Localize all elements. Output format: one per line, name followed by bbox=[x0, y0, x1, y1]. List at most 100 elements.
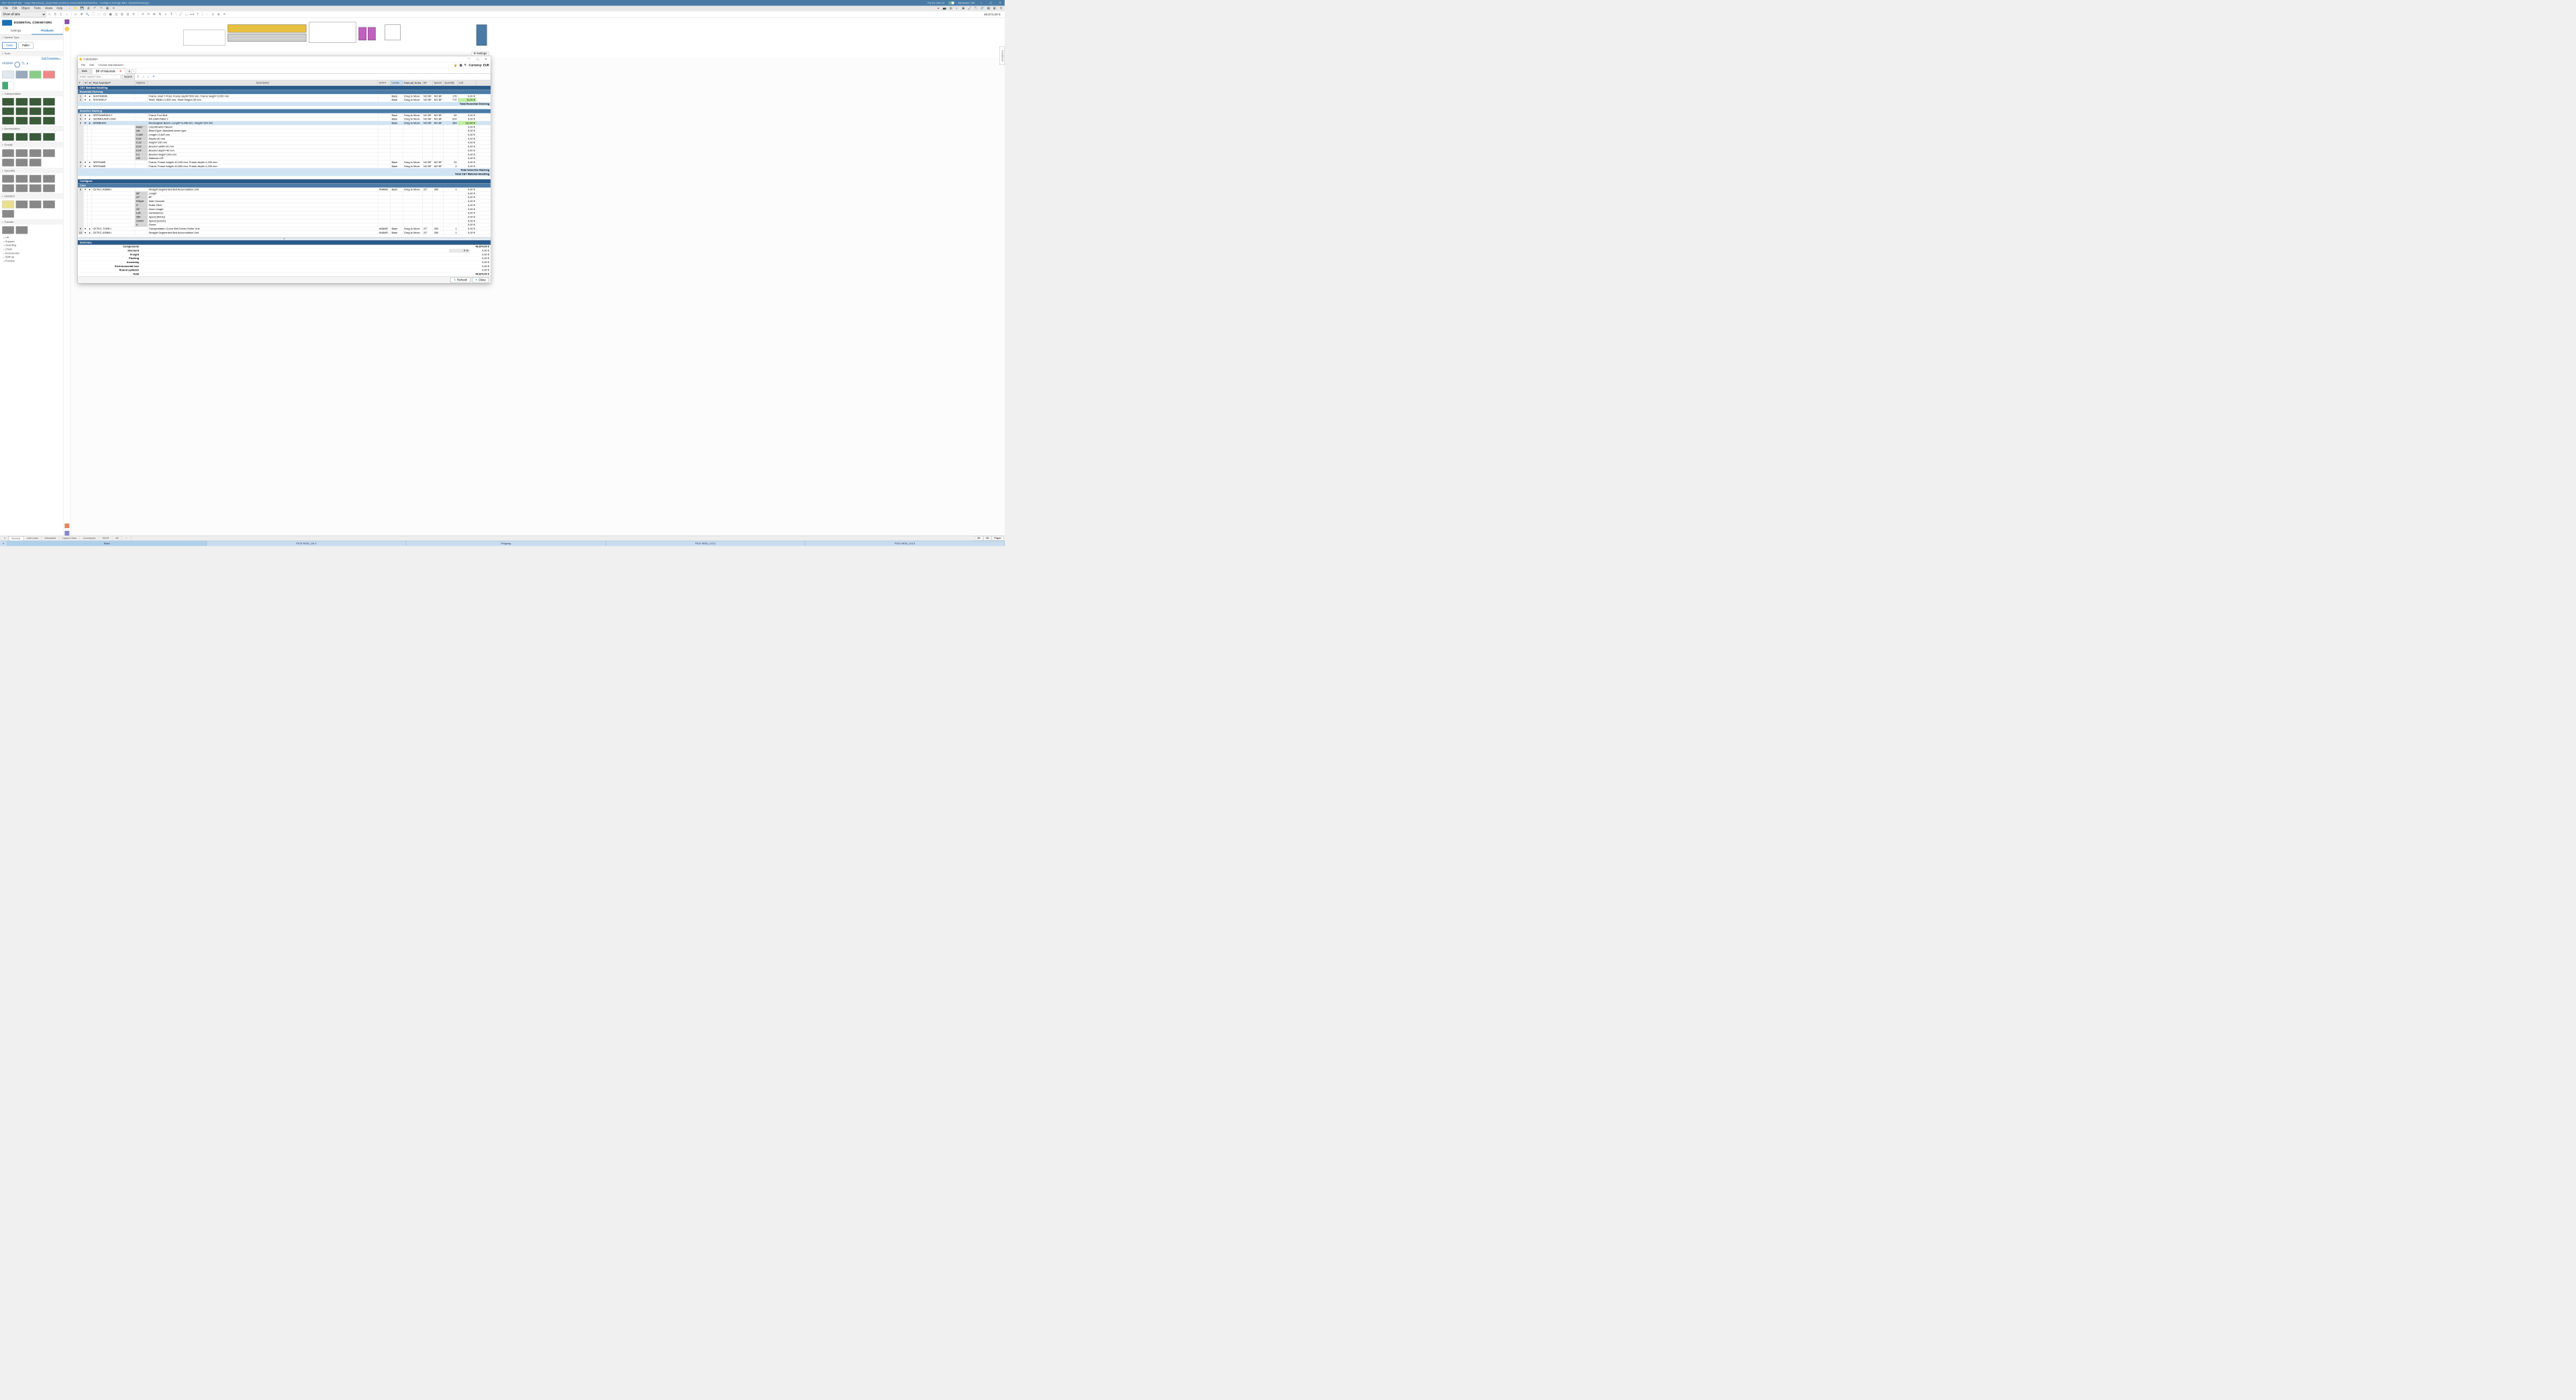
grid-cell[interactable]: 350 bbox=[433, 227, 444, 230]
dim-icon[interactable]: ⟷ bbox=[190, 12, 195, 17]
grid-cell[interactable] bbox=[433, 219, 444, 222]
grid-cell[interactable] bbox=[444, 207, 458, 211]
calc-close-icon[interactable]: ✕ bbox=[483, 57, 489, 60]
grid-cell[interactable]: NO BF bbox=[422, 121, 433, 125]
grid-cell[interactable]: BeamType=Standard beam type bbox=[148, 129, 378, 132]
grid-cell[interactable]: 1 bbox=[444, 227, 458, 230]
search-input[interactable] bbox=[79, 74, 120, 79]
el-tool-icon[interactable]: EL.▲ bbox=[21, 62, 29, 68]
grid-cell[interactable]: 0,00 € bbox=[458, 231, 477, 234]
snap2-icon[interactable]: ⊙ bbox=[211, 12, 215, 17]
grid-cell[interactable] bbox=[391, 152, 403, 156]
grid-cell[interactable]: Roller Pitch bbox=[148, 203, 378, 207]
grid-cell[interactable] bbox=[403, 152, 423, 156]
grid-cell[interactable]: 350 bbox=[433, 231, 444, 234]
grid-cell[interactable]: Drag to Move bbox=[403, 98, 423, 101]
grid-cell[interactable] bbox=[92, 149, 135, 152]
grid-cell[interactable]: SHVSHELF bbox=[92, 98, 135, 101]
conveyor-chip[interactable] bbox=[2, 175, 14, 183]
grid-cell[interactable]: Handedness bbox=[148, 211, 378, 215]
conveyor-chip[interactable] bbox=[15, 226, 28, 234]
grid-cell[interactable] bbox=[422, 219, 433, 222]
grid-cell[interactable]: 11,00 € bbox=[458, 98, 477, 101]
rotate-right-icon[interactable]: ↻ bbox=[146, 12, 151, 17]
record-icon[interactable]: ● bbox=[936, 6, 940, 10]
grid-cell[interactable]: Drag to Move bbox=[403, 94, 423, 97]
view-2d-button[interactable]: 2D bbox=[975, 536, 983, 541]
views-menu-icon[interactable]: ≡ bbox=[1, 536, 9, 540]
grid-cell[interactable] bbox=[444, 137, 458, 140]
grid-cell[interactable] bbox=[403, 141, 423, 144]
grid-cell[interactable] bbox=[378, 121, 391, 125]
grid-cell[interactable] bbox=[403, 195, 423, 199]
pallet-button[interactable]: Pallet bbox=[18, 42, 33, 49]
conveyor-chip[interactable] bbox=[15, 149, 28, 157]
level-lvl3[interactable]: PICK MOD_LVL3 bbox=[805, 541, 1005, 546]
grid-cell[interactable] bbox=[78, 195, 84, 199]
close-button[interactable]: ✕ Close bbox=[472, 277, 489, 283]
grid-cell[interactable] bbox=[403, 156, 423, 160]
grid-cell[interactable] bbox=[422, 137, 433, 140]
select-rect-icon[interactable]: ◻ bbox=[102, 12, 107, 17]
filter-icon[interactable]: ⚲ bbox=[136, 74, 140, 79]
grid-cell[interactable] bbox=[135, 164, 148, 168]
grid-cell[interactable] bbox=[422, 199, 433, 203]
grid-cell[interactable]: 4 bbox=[444, 164, 458, 168]
grid-cell[interactable] bbox=[433, 141, 444, 144]
grid-cell[interactable]: 0,00 € bbox=[458, 145, 477, 148]
next-result-icon[interactable]: ▹ bbox=[146, 74, 150, 79]
grid-cell[interactable] bbox=[391, 215, 403, 219]
grid-cell[interactable]: SRFRAME bbox=[92, 164, 135, 168]
grid-cell[interactable]: 0,00 € bbox=[458, 188, 477, 191]
mirror-h-icon[interactable]: ⇋ bbox=[152, 12, 156, 17]
conveyor-chip[interactable] bbox=[15, 158, 28, 166]
grid-cell[interactable]: Bracket height=200 mm bbox=[148, 152, 378, 156]
calc-minimize-icon[interactable]: — bbox=[466, 57, 473, 60]
center-icon[interactable]: ✛ bbox=[131, 12, 136, 17]
grid-cell[interactable]: 0,00 € bbox=[458, 149, 477, 152]
grid-cell[interactable] bbox=[135, 98, 148, 101]
grid-cell[interactable] bbox=[433, 152, 444, 156]
camera-icon[interactable]: 📷 bbox=[942, 6, 946, 10]
delete-icon[interactable]: ✕ bbox=[222, 12, 227, 17]
grid-cell[interactable] bbox=[433, 203, 444, 207]
grid-cell[interactable]: Length=3,448 mm bbox=[148, 133, 378, 136]
grid-cell[interactable] bbox=[444, 152, 458, 156]
grid-cell[interactable]: NO BF bbox=[433, 94, 444, 97]
align-icon[interactable]: ≡ bbox=[163, 12, 168, 17]
grid-cell[interactable] bbox=[422, 156, 433, 160]
grid-cell[interactable]: RStyle bbox=[135, 199, 148, 203]
tab-products[interactable]: Products bbox=[32, 28, 63, 34]
grid-cell[interactable] bbox=[378, 98, 391, 101]
grid-cell[interactable]: Rectangular Beam, Length=3,448 mm, Heigh… bbox=[148, 121, 378, 125]
lock-icon[interactable]: 🔒 bbox=[454, 63, 457, 66]
grid-cell[interactable]: 9 bbox=[78, 227, 84, 230]
grid-cell[interactable] bbox=[378, 203, 391, 207]
grid-cell[interactable]: 0,00 € bbox=[458, 94, 477, 97]
grid-cell[interactable]: 0.03 bbox=[135, 145, 148, 148]
grid-cell[interactable] bbox=[444, 195, 458, 199]
section-transportation[interactable]: Transportation bbox=[0, 91, 63, 96]
conveyor-chip[interactable] bbox=[2, 201, 14, 209]
col-qty[interactable]: Quantity bbox=[444, 80, 458, 85]
refresh-button[interactable]: ↻ Refresh bbox=[451, 277, 470, 283]
grid-cell[interactable] bbox=[92, 129, 135, 132]
grid-cell[interactable]: #NAME bbox=[378, 231, 391, 234]
grid-cell[interactable]: 0,00 € bbox=[458, 211, 477, 215]
grid-cell[interactable] bbox=[433, 191, 444, 195]
section-system-type[interactable]: System Type bbox=[0, 35, 63, 40]
conveyor-chip[interactable] bbox=[2, 158, 14, 166]
view-3d-button[interactable]: 3D bbox=[983, 536, 991, 541]
viewtab-tags[interactable]: TAGS bbox=[99, 536, 112, 540]
grid-cell[interactable] bbox=[378, 211, 391, 215]
grid-cell[interactable]: 0,00 € bbox=[458, 203, 477, 207]
grid-cell[interactable] bbox=[444, 191, 458, 195]
user-name[interactable]: Alexander Tutt bbox=[958, 1, 975, 4]
calc-menu-file[interactable]: File bbox=[79, 63, 87, 67]
col-levels[interactable]: Levels bbox=[391, 80, 403, 85]
grid-cell[interactable] bbox=[422, 207, 433, 211]
grid-cell[interactable]: Drag to Move bbox=[403, 164, 423, 168]
grid-cell[interactable] bbox=[135, 121, 148, 125]
grid-cell[interactable]: 0,00 € bbox=[458, 156, 477, 160]
col-hash[interactable]: # bbox=[78, 80, 84, 85]
